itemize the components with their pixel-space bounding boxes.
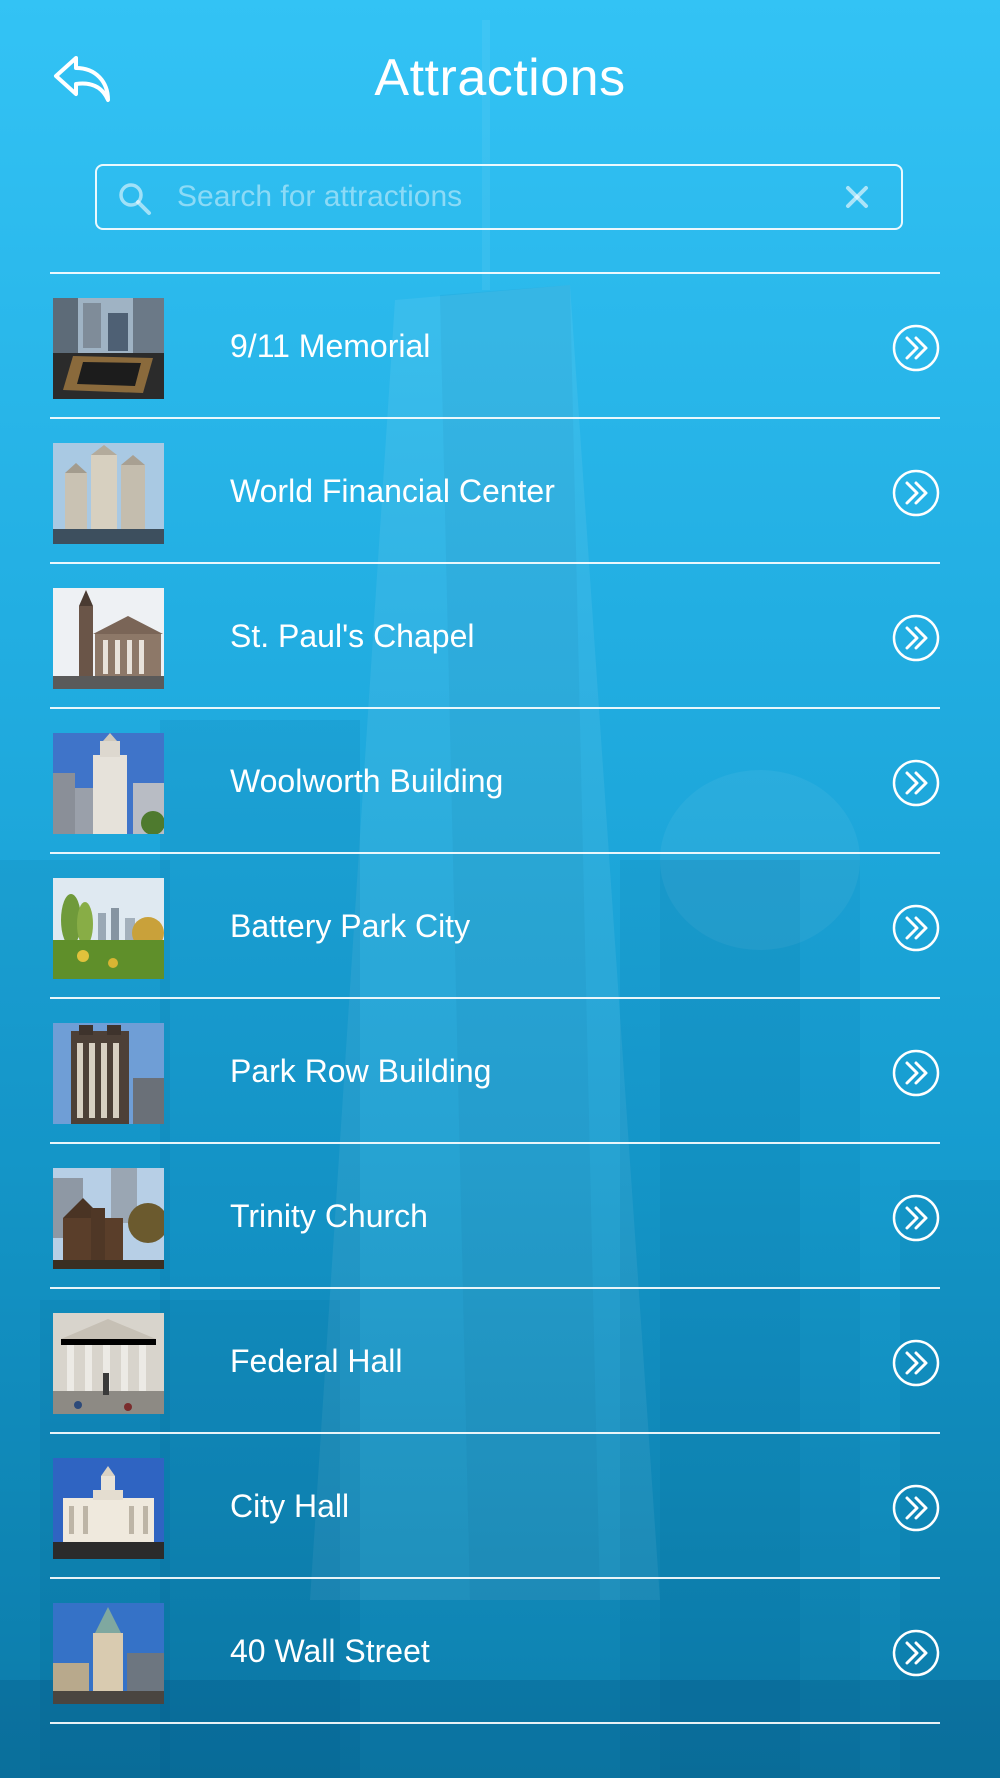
list-item[interactable]: 9/11 Memorial: [50, 274, 940, 419]
list-item[interactable]: Trinity Church: [50, 1144, 940, 1289]
item-label: St. Paul's Chapel: [230, 618, 475, 654]
double-chevron-right-icon[interactable]: [892, 1339, 940, 1387]
close-icon[interactable]: [843, 183, 871, 211]
double-chevron-right-icon[interactable]: [892, 1629, 940, 1677]
double-chevron-right-icon[interactable]: [892, 759, 940, 807]
attractions-screen: Attractions Search for attractions 9/11 …: [0, 0, 1000, 1778]
item-label: Woolworth Building: [230, 763, 504, 799]
tower-thumbnail: [53, 1603, 164, 1704]
list-item[interactable]: Battery Park City: [50, 854, 940, 999]
list-item[interactable]: City Hall: [50, 1434, 940, 1579]
item-label: 9/11 Memorial: [230, 328, 431, 364]
list-item[interactable]: Park Row Building: [50, 999, 940, 1144]
skyscraper-thumbnail: [53, 733, 164, 834]
list-item[interactable]: St. Paul's Chapel: [50, 564, 940, 709]
church-thumbnail: [53, 1168, 164, 1269]
double-chevron-right-icon[interactable]: [892, 1049, 940, 1097]
double-chevron-right-icon[interactable]: [892, 904, 940, 952]
header: Attractions: [0, 0, 1000, 160]
city-hall-thumbnail: [53, 1458, 164, 1559]
building-thumbnail: [53, 1023, 164, 1124]
chapel-thumbnail: [53, 588, 164, 689]
item-label: Park Row Building: [230, 1053, 492, 1089]
page-title: Attractions: [374, 49, 626, 107]
double-chevron-right-icon[interactable]: [892, 1194, 940, 1242]
list-item[interactable]: 40 Wall Street: [50, 1579, 940, 1724]
list-item[interactable]: Federal Hall: [50, 1289, 940, 1434]
item-label: Federal Hall: [230, 1343, 403, 1379]
park-thumbnail: [53, 878, 164, 979]
double-chevron-right-icon[interactable]: [892, 614, 940, 662]
item-label: World Financial Center: [230, 473, 555, 509]
item-label: Battery Park City: [230, 908, 471, 944]
search-bar: [95, 164, 903, 230]
attractions-list: 9/11 Memorial World Financial Center St.…: [50, 272, 940, 1724]
item-label: 40 Wall Street: [230, 1633, 430, 1669]
list-item[interactable]: World Financial Center: [50, 419, 940, 564]
item-label: City Hall: [230, 1488, 350, 1524]
search-input[interactable]: [177, 166, 817, 228]
towers-thumbnail: [53, 443, 164, 544]
memorial-pool-thumbnail: [53, 298, 164, 399]
item-label: Trinity Church: [230, 1198, 428, 1234]
list-item[interactable]: Woolworth Building: [50, 709, 940, 854]
search-icon: [119, 183, 151, 215]
double-chevron-right-icon[interactable]: [892, 1484, 940, 1532]
double-chevron-right-icon[interactable]: [892, 469, 940, 517]
double-chevron-right-icon[interactable]: [892, 324, 940, 372]
columns-thumbnail: [53, 1313, 164, 1414]
